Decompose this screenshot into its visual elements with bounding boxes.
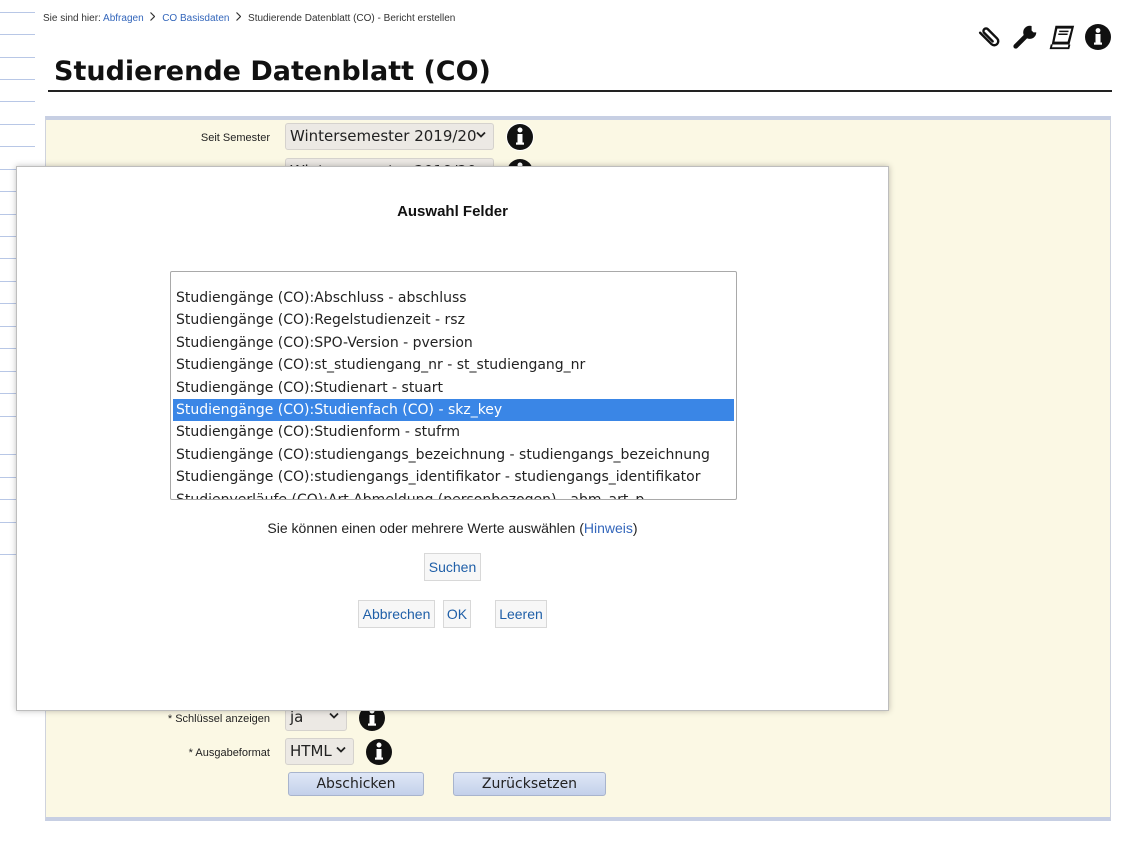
field-label: Seit Semester — [200, 132, 270, 144]
nav-divider — [0, 124, 35, 125]
list-option[interactable]: Studiengänge (CO):Regelstudienzeit - rsz — [173, 309, 734, 331]
nav-divider — [0, 79, 35, 80]
nav-divider — [0, 393, 16, 394]
page-title: Studierende Datenblatt (CO) — [48, 56, 1112, 92]
nav-divider — [0, 371, 16, 372]
breadcrumb-link-co-basisdaten[interactable]: CO Basisdaten — [162, 13, 229, 24]
breadcrumb-prefix: Sie sind hier: — [43, 13, 101, 24]
nav-divider — [0, 348, 16, 349]
field-listbox[interactable]: Studiengänge (CO):Abschluss - abschluss S… — [170, 271, 737, 500]
info-icon[interactable] — [364, 737, 394, 767]
nav-divider — [0, 454, 16, 455]
seit-semester-select[interactable]: Wintersemester 2019/20 — [285, 123, 494, 150]
field-label: * Ausgabeformat — [188, 747, 270, 759]
ok-button[interactable]: OK — [443, 600, 471, 628]
list-option[interactable]: Studiengänge (CO):Abschluss - abschluss — [173, 287, 734, 309]
dialog-title: Auswahl Felder — [397, 203, 508, 220]
form-row-ausgabeformat: * Ausgabeformat HTML — [46, 738, 1106, 768]
nav-divider — [0, 169, 16, 170]
form-row-seit-semester: Seit Semester Wintersemester 2019/20 — [46, 123, 1106, 153]
list-option[interactable]: Studiengänge (CO):SPO-Version - pversion — [173, 332, 734, 354]
nav-divider — [0, 191, 16, 192]
nav-divider — [0, 303, 16, 304]
chevron-right-icon — [236, 12, 242, 24]
breadcrumb-current: Studierende Datenblatt (CO) - Bericht er… — [248, 13, 456, 24]
paperclip-icon[interactable] — [976, 22, 1004, 52]
listbox-options: Studiengänge (CO):Abschluss - abschluss S… — [173, 287, 734, 499]
nav-divider — [0, 477, 16, 478]
breadcrumb: Sie sind hier: Abfragen CO Basisdaten St… — [43, 12, 455, 24]
nav-divider — [0, 146, 35, 147]
chevron-right-icon — [150, 12, 156, 24]
clear-button[interactable]: Leeren — [495, 600, 547, 628]
nav-divider — [0, 522, 16, 523]
nav-divider — [0, 57, 35, 58]
book-icon[interactable] — [1048, 22, 1076, 52]
list-option[interactable]: Studiengänge (CO):Studienart - stuart — [173, 377, 734, 399]
nav-divider — [0, 554, 16, 555]
list-option[interactable]: Studiengänge (CO):Studienfach (CO) - skz… — [173, 398, 734, 422]
list-option[interactable]: Studiengänge (CO):Studienform - stufrm — [173, 421, 734, 443]
breadcrumb-link-abfragen[interactable]: Abfragen — [103, 13, 144, 24]
nav-divider — [0, 258, 16, 259]
submit-button[interactable]: Abschicken — [288, 772, 424, 796]
field-label: * Schlüssel anzeigen — [167, 713, 270, 725]
info-icon[interactable] — [1084, 22, 1112, 52]
select-value: HTML — [290, 742, 332, 760]
nav-divider — [0, 12, 35, 13]
nav-divider — [0, 281, 16, 282]
reset-button[interactable]: Zurücksetzen — [453, 772, 606, 796]
nav-divider — [0, 214, 16, 215]
ausgabeformat-select[interactable]: HTML — [285, 738, 354, 765]
hint-prefix: Sie können einen oder mehrere Werte ausw… — [267, 520, 584, 536]
wrench-icon[interactable] — [1012, 22, 1040, 52]
list-option[interactable]: Studiengänge (CO):studiengangs_bezeichnu… — [173, 444, 734, 466]
chevron-down-icon — [476, 131, 486, 138]
hint-suffix: ) — [632, 520, 638, 536]
nav-divider — [0, 326, 16, 327]
nav-divider — [0, 101, 35, 102]
list-option[interactable]: Studiengänge (CO):st_studiengang_nr - st… — [173, 354, 734, 376]
search-button[interactable]: Suchen — [424, 553, 481, 581]
nav-divider — [0, 236, 16, 237]
nav-divider — [0, 416, 16, 417]
nav-divider — [0, 499, 16, 500]
list-option[interactable]: Studienverläufe (CO):Art Abmeldung (pers… — [173, 489, 734, 499]
cancel-button[interactable]: Abbrechen — [358, 600, 435, 628]
selection-hint: Sie können einen oder mehrere Werte ausw… — [17, 520, 888, 536]
list-option[interactable]: Studiengänge (CO):studiengangs_identifik… — [173, 466, 734, 488]
hint-link[interactable]: Hinweis — [584, 520, 633, 536]
field-selection-dialog: Auswahl Felder Studiengänge (CO):Abschlu… — [16, 166, 889, 711]
info-icon[interactable] — [505, 122, 535, 152]
chevron-down-icon — [329, 712, 339, 719]
chevron-down-icon — [336, 746, 346, 753]
toolbar — [976, 22, 1112, 52]
nav-divider — [0, 34, 35, 35]
select-value: Wintersemester 2019/20 — [290, 127, 477, 145]
